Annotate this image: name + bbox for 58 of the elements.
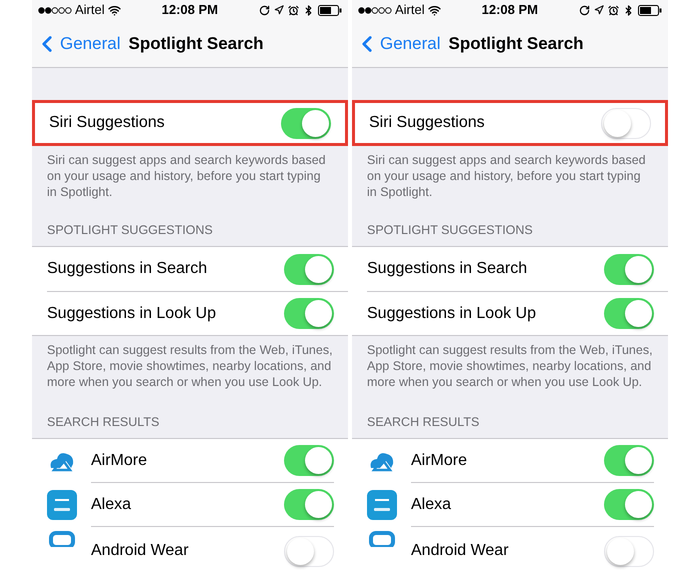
toggle-switch[interactable] (604, 536, 654, 566)
rotation-lock-icon (259, 4, 270, 16)
back-button[interactable]: General (38, 30, 120, 56)
toggle-switch[interactable] (601, 108, 651, 138)
toggle-switch[interactable] (604, 445, 654, 476)
status-time: 12:08 PM (482, 1, 538, 20)
toggle-switch[interactable] (284, 254, 334, 284)
row-label: Suggestions in Search (47, 259, 208, 279)
battery-icon (638, 4, 662, 16)
signal-icon (38, 6, 72, 14)
toggle-switch[interactable] (281, 108, 331, 138)
app-name: AirMore (411, 452, 468, 470)
rotation-lock-icon (579, 4, 590, 16)
app-icon (47, 490, 77, 520)
wifi-icon (428, 4, 441, 16)
app-name: Alexa (91, 496, 132, 514)
location-icon (274, 5, 284, 15)
section-header: SPOTLIGHT SUGGESTIONS (367, 222, 533, 240)
back-button[interactable]: General (358, 30, 440, 56)
bluetooth-icon (303, 4, 314, 16)
section-header: SEARCH RESULTS (367, 414, 480, 432)
signal-icon (358, 6, 392, 14)
section-footer: Siri can suggest apps and search keywords based on your usage and history, before you start typing in Spotlight. (352, 146, 668, 202)
section-footer: Spotlight can suggest results from the Web, iTunes, App Store, movie showtimes, nearby locations, and more when you search or when you use Look Up. (32, 336, 348, 398)
toggle-switch[interactable] (284, 489, 334, 520)
section-footer: Spotlight can suggest results from the Web, iTunes, App Store, movie showtimes, nearby locations, and more when you search or when you use Look Up. (352, 336, 668, 398)
battery-icon (318, 4, 342, 16)
toggle-switch[interactable] (284, 445, 334, 476)
bluetooth-icon (623, 4, 634, 16)
app-name: Android Wear (411, 542, 509, 560)
row-label: Suggestions in Search (367, 259, 528, 279)
wifi-icon (108, 4, 121, 16)
row-label: Suggestions in Look Up (367, 304, 536, 324)
row-label: Suggestions in Look Up (47, 304, 216, 324)
toggle-switch[interactable] (284, 536, 334, 566)
app-name: AirMore (91, 452, 148, 470)
toggle-switch[interactable] (284, 298, 334, 329)
alarm-icon (288, 4, 299, 16)
carrier-name: Airtel (395, 1, 425, 20)
app-name: Android Wear (91, 542, 189, 560)
toggle-switch[interactable] (604, 254, 654, 284)
app-name: Alexa (411, 496, 452, 514)
carrier-name: Airtel (75, 1, 105, 20)
toggle-switch[interactable] (604, 489, 654, 520)
toggle-switch[interactable] (604, 298, 654, 329)
row-label: Siri Suggestions (369, 113, 485, 133)
status-time: 12:08 PM (162, 1, 218, 20)
section-header: SPOTLIGHT SUGGESTIONS (47, 222, 213, 240)
page-title: Spotlight Search (448, 32, 584, 55)
section-header: SEARCH RESULTS (47, 414, 160, 432)
location-icon (594, 5, 604, 15)
page-title: Spotlight Search (128, 32, 264, 55)
app-icon (367, 490, 397, 520)
watch-icon (367, 531, 397, 547)
row-label: Siri Suggestions (49, 113, 165, 133)
section-footer: Siri can suggest apps and search keywords based on your usage and history, before you start typing in Spotlight. (32, 146, 348, 202)
watch-icon (47, 531, 77, 547)
alarm-icon (608, 4, 619, 16)
